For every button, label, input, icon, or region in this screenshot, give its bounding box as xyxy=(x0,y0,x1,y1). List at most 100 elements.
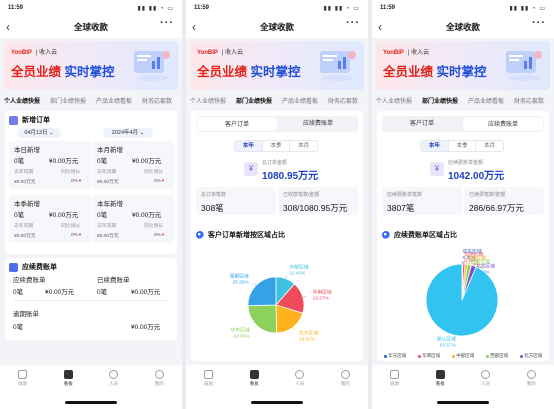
promo-banner[interactable]: YonBIP | 收入云 全员业绩 实时掌控 xyxy=(4,41,178,90)
more-icon[interactable]: ··· xyxy=(160,17,174,29)
pie-leader-line xyxy=(253,283,257,286)
status-icons: ▮▮ ▮▮ ◔ ▭ xyxy=(323,5,360,12)
stat-order-count: 总订单笔数 308笔 xyxy=(196,187,276,215)
page-title: 全球收款 xyxy=(445,22,480,32)
seg-renewal-bills[interactable]: 应续费账单 xyxy=(463,117,543,131)
total-amount-label: 总订单金额 xyxy=(262,160,288,166)
period-quarter[interactable]: 本季 xyxy=(261,141,290,151)
period-year[interactable]: 本年 xyxy=(235,141,262,151)
period-month[interactable]: 本月 xyxy=(289,141,317,151)
period-month[interactable]: 本月 xyxy=(475,141,503,151)
down-triangle-icon: ▼ xyxy=(160,232,165,237)
renewal-card: 应续费账单 应续费账单 0笔 ¥0.00万元 已续费账单 0笔 ¥0.00万元 … xyxy=(5,258,177,340)
dashboard-illustration-icon xyxy=(320,51,356,81)
period-year[interactable]: 本年 xyxy=(421,141,448,151)
bill-renewed-label: 已续费账单 xyxy=(97,277,130,284)
pie-category-label: 中部区域 xyxy=(289,263,308,270)
pie-value-label: 24.96% xyxy=(233,333,250,339)
total-amount-label: 应续费账单金额 xyxy=(448,160,484,166)
tile-quarter[interactable]: 本季新增 0笔 ¥0.00万元 去年同期 同比增长 ¥0.00万元 0%▼ xyxy=(9,195,91,243)
seg-renewal-bills[interactable]: 应续费账单 xyxy=(278,116,358,132)
pie-category-label: 弹认区域 xyxy=(437,335,456,342)
seg-customer-orders[interactable]: 客户订单 xyxy=(382,116,462,132)
tile-month[interactable]: 本月新增 0笔 ¥0.00万元 去年同期 同比增长 ¥0.00万元 0%▼ xyxy=(92,141,174,189)
bottom-nav-collect[interactable]: 收款 xyxy=(194,370,224,409)
user-icon xyxy=(526,370,536,379)
legend-item[interactable]: 西部区域 xyxy=(485,353,508,359)
new-orders-card: 新增订单 04月13日 ⌄ 2024年4月 ⌄ 本日新增 0笔 ¥0.00万元 … xyxy=(5,111,177,254)
renewal-pie-chart: 华东区域0.34%华南区域0.99%中部区域1.14%西部区域1.75%北方区域… xyxy=(425,248,499,348)
banner-brand: YonBIP | 收入云 xyxy=(11,50,58,56)
tab-finance[interactable]: 财务応套数 xyxy=(142,96,172,110)
page-title: 全球收款 xyxy=(73,22,108,32)
period-switch: 本年 本季 本月 xyxy=(234,140,318,152)
pie-slice[interactable] xyxy=(425,263,499,337)
tile-year[interactable]: 本年新增 0笔 ¥0.00万元 去年同期 同比增长 ¥0.00万元 0%▼ xyxy=(92,195,174,243)
down-triangle-icon: ▼ xyxy=(77,178,82,183)
nav-bar: ‹ 全球收款 ··· xyxy=(0,16,182,38)
tab-personal[interactable]: 个人业绩快报 xyxy=(376,96,412,110)
bottom-nav-me[interactable]: 我的 xyxy=(330,370,360,409)
more-icon[interactable]: ··· xyxy=(346,17,360,29)
collect-icon xyxy=(18,370,28,379)
back-icon[interactable]: ‹ xyxy=(378,19,382,35)
pie-value-label: 93.57% xyxy=(440,342,457,348)
pie-category-label: 西部区域 xyxy=(230,272,249,279)
orders-icon xyxy=(9,115,18,125)
tab-finance[interactable]: 财务応套数 xyxy=(514,96,544,110)
tab-finance[interactable]: 财务応套数 xyxy=(328,96,358,110)
legend-dot-icon xyxy=(519,354,523,358)
stat-bill-count: 应续费账单笔数 3807笔 xyxy=(382,187,462,215)
tab-personal[interactable]: 个人业绩快报 xyxy=(4,96,40,110)
nav-bar: ‹ 全球收款 ··· xyxy=(186,16,368,38)
total-amount-value: 1042.00万元 xyxy=(448,171,505,182)
bill-due-count: 0笔 xyxy=(13,289,24,296)
pie-slice[interactable] xyxy=(247,304,278,334)
user-icon xyxy=(154,370,164,379)
tab-department[interactable]: 部门业绩快报 xyxy=(236,96,272,110)
tab-department[interactable]: 部门业绩快报 xyxy=(50,96,86,110)
bottom-nav-collect[interactable]: 收款 xyxy=(8,370,38,409)
pie-category-label: 华东区域 xyxy=(231,326,250,333)
legend-dot-icon xyxy=(485,354,489,358)
stat-renewed: 已续费笔数/金额 286/66.97万元 xyxy=(464,187,544,215)
pie-value-label: 18.27% xyxy=(313,296,330,302)
tile-today[interactable]: 本日新增 0笔 ¥0.00万元 去年同期 同比增长 ¥0.00万元 0%▼ xyxy=(9,141,91,189)
phone-screen-personal: 11:59 ▮▮ ▮▮ ◔ ▭ ‹ 全球收款 ··· YonBIP | 收入云 全… xyxy=(0,0,182,409)
tab-product[interactable]: 产品业绩看板 xyxy=(282,96,318,110)
collect-icon xyxy=(204,370,214,379)
bottom-nav-me[interactable]: 我的 xyxy=(516,370,546,409)
tab-product[interactable]: 产品业绩看板 xyxy=(96,96,132,110)
legend-dot-icon xyxy=(451,354,455,358)
back-icon[interactable]: ‹ xyxy=(192,19,196,35)
banner-headline: 全员业绩 实时掌控 xyxy=(383,65,487,79)
tab-product[interactable]: 产品业绩看板 xyxy=(468,96,504,110)
chart-legend: 华东区域 华南区域 中部区域 西部区域 北方区域 xyxy=(378,353,548,359)
status-bar: 11:59 ▮▮ ▮▮ ◔ ▭ xyxy=(0,0,182,16)
pie-leader-line xyxy=(285,275,288,279)
bottom-nav-me[interactable]: 我的 xyxy=(144,370,174,409)
tab-bar: 个人业绩快报 部门业绩快报 产品业绩看板 财务応套数 xyxy=(0,96,182,110)
nav-bar: ‹ 全球收款 ··· xyxy=(372,16,554,38)
promo-banner[interactable]: YonBIP | 收入云 全员业绩 实时掌控 xyxy=(376,41,550,90)
legend-item[interactable]: 北方区域 xyxy=(519,353,542,359)
period-quarter[interactable]: 本季 xyxy=(447,141,476,151)
date-picker-day[interactable]: 04月13日 ⌄ xyxy=(17,128,61,138)
tab-personal[interactable]: 个人业绩快报 xyxy=(190,96,226,110)
bill-due-amount: ¥0.00万元 xyxy=(45,289,75,296)
promo-banner[interactable]: YonBIP | 收入云 全员业绩 实时掌控 xyxy=(190,41,364,90)
date-picker-month[interactable]: 2024年4月 ⌄ xyxy=(103,128,153,138)
legend-item[interactable]: 华南区域 xyxy=(417,353,440,359)
pie-slice[interactable] xyxy=(247,276,277,307)
bottom-nav-collect[interactable]: 收款 xyxy=(380,370,410,409)
chart-title: 应续费账单区域占比 xyxy=(382,230,457,240)
legend-item[interactable]: 中部区域 xyxy=(451,353,474,359)
legend-item[interactable]: 华东区域 xyxy=(383,353,406,359)
pie-leader-line xyxy=(292,327,295,330)
back-icon[interactable]: ‹ xyxy=(6,19,10,35)
seg-customer-orders[interactable]: 客户订单 xyxy=(197,117,277,131)
chart-title: 客户订单新增按区域占比 xyxy=(196,230,285,240)
more-icon[interactable]: ··· xyxy=(532,17,546,29)
status-time: 11:59 xyxy=(194,5,210,11)
tab-department[interactable]: 部门业绩快报 xyxy=(422,96,458,110)
